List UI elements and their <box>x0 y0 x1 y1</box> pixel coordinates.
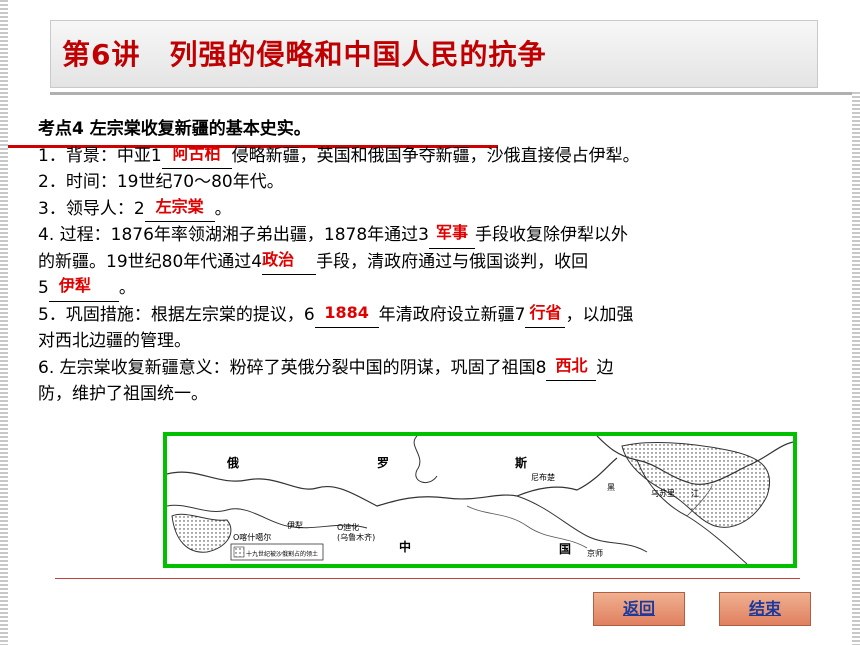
page-title: 第6讲 列强的侵略和中国人民的抗争 <box>62 38 547 71</box>
item-measures-line2: 对西北边疆的管理。 <box>38 331 191 351</box>
map-legend-text: 十九世纪被沙俄割占的领土 <box>246 551 319 558</box>
answer-4: 政治 <box>262 249 295 269</box>
answer-6: 1884 <box>324 302 369 322</box>
item-background: 1．背景：中亚1 阿古柏 侵略新疆，英国和俄国争夺新疆，沙俄直接侵占伊犁。 <box>38 143 838 169</box>
map-label-jiang: 江 <box>691 489 699 498</box>
map-label-wusuli: 乌苏里 <box>651 489 675 498</box>
answer-3: 军事 <box>435 223 468 242</box>
answer-8: 西北 <box>555 355 588 375</box>
map-label-kashi: O喀什噶尔 <box>233 533 272 542</box>
blank-2: 左宗棠 <box>144 197 215 222</box>
item-process-line2: 的新疆。19世纪80年代通过4 政治 手段，清政府通过与俄国谈判，收回 <box>38 249 838 275</box>
end-button[interactable]: 结束 <box>719 592 811 626</box>
map-label-luo: 罗 <box>377 456 390 470</box>
item-significance-line2: 防，维护了祖国统一。 <box>38 384 208 404</box>
answer-1: 阿古柏 <box>172 143 221 163</box>
map-label-zhong: 中 <box>399 540 412 554</box>
map-label-nibuchu: 尼布楚 <box>531 473 555 482</box>
map-label-hei: 黑 <box>607 483 615 492</box>
answer-5: 伊犁 <box>58 276 91 295</box>
answer-2: 左宗棠 <box>155 196 204 216</box>
right-decor-stripe <box>852 92 860 645</box>
lesson-content: 考点4 左宗棠收复新疆的基本史实。 1．背景：中亚1 阿古柏 侵略新疆，英国和俄国争… <box>38 116 838 408</box>
item-process-line3: 5 伊犁。 <box>38 275 838 302</box>
map-label-e: 俄 <box>227 456 240 470</box>
map-label-si: 斯 <box>515 456 528 470</box>
item-process-line1: 4. 过程：1876年率领湖湘子弟出疆，1878年通过3 军事 手段收复除伊犁以外 <box>38 222 838 249</box>
blank-8: 西北 <box>546 356 597 381</box>
map-drawing <box>167 436 793 564</box>
answer-7: 行省 <box>529 302 562 322</box>
title-divider <box>50 92 860 95</box>
blank-7: 行省 <box>525 303 566 328</box>
map-label-beijing: 京师 <box>587 549 603 558</box>
historical-map: 俄 罗 斯 中 国 伊犁 O迪化 (乌鲁木齐) O喀什噶尔 尼布楚 黑 乌苏里 … <box>163 432 797 568</box>
left-decor-stripe <box>0 0 8 645</box>
blank-4: 政治 <box>262 250 317 275</box>
map-label-wulumuqi: (乌鲁木齐) <box>337 533 376 542</box>
blank-5: 伊犁 <box>48 276 119 302</box>
blank-1: 阿古柏 <box>161 144 232 169</box>
item-time: 2．时间：19世纪70～80年代。 <box>38 172 284 192</box>
section-heading: 考点4 左宗棠收复新疆的基本史实。 <box>38 119 311 139</box>
back-button[interactable]: 返回 <box>593 592 685 626</box>
item-leader: 3．领导人：2 左宗棠。 <box>38 196 838 222</box>
bottom-divider <box>55 578 800 579</box>
blank-3: 军事 <box>428 223 475 249</box>
map-label-guo: 国 <box>559 542 572 556</box>
blank-6: 1884 <box>314 303 379 328</box>
map-label-yili: 伊犁 <box>287 521 303 530</box>
item-significance-line1: 6. 左宗棠收复新疆意义：粉碎了英俄分裂中国的阴谋，巩固了祖国8 西北边 <box>38 355 838 381</box>
item-measures-line1: 5．巩固措施：根据左宗棠的提议，6 1884 年清政府设立新疆7 行省 ，以加强 <box>38 302 838 328</box>
